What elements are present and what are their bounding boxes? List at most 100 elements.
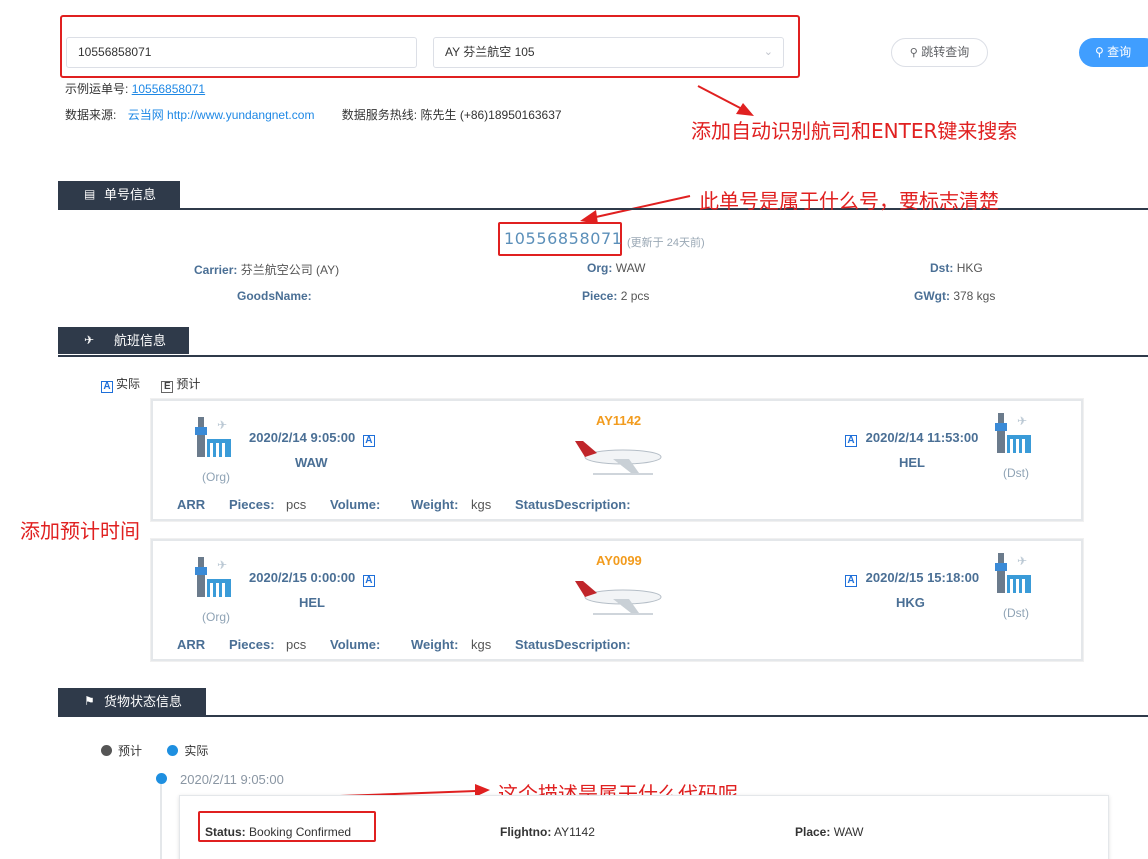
svg-text:✈: ✈	[217, 418, 227, 432]
departure-time: 2020/2/14 9:05:00 A	[249, 430, 378, 447]
estimated-badge-icon: E	[161, 381, 174, 393]
svg-text:✈: ✈	[217, 558, 227, 572]
piece-field: Piece: 2 pcs	[582, 289, 649, 303]
pieces-unit: pcs	[286, 637, 307, 652]
piece-value: 2 pcs	[620, 289, 650, 303]
place-key: Place:	[795, 825, 831, 839]
dst-value: HKG	[956, 261, 983, 275]
arrival-time-text: 2020/2/14 11:53:00	[865, 430, 979, 445]
status-field: Status: Booking Confirmed	[205, 825, 351, 839]
actual-badge-icon: A	[362, 435, 375, 447]
place-value: WAW	[833, 825, 864, 839]
carrier-field: Carrier: 芬兰航空公司 (AY)	[194, 261, 339, 278]
status-description-key: StatusDescription:	[515, 637, 631, 652]
status-section-title: 货物状态信息	[104, 694, 183, 709]
flight-section-rule	[58, 355, 1148, 357]
gwgt-value: 378 kgs	[953, 289, 996, 303]
org-value: WAW	[615, 261, 646, 275]
dst-key: Dst:	[930, 261, 954, 275]
pieces-unit: pcs	[286, 497, 307, 512]
dst-label: (Dst)	[1003, 606, 1029, 620]
flightno-field: Flightno: AY1142	[500, 825, 595, 839]
flight-legend: A 实际 E 预计	[101, 375, 200, 393]
airplane-icon: ✈	[84, 333, 95, 347]
pieces-key: Pieces:	[229, 497, 275, 512]
status-description-key: StatusDescription:	[515, 497, 631, 512]
goods-field: GoodsName:	[237, 289, 312, 303]
status-legend-estimated: 预计	[118, 744, 143, 758]
flight-section-header: ✈ 航班信息	[58, 327, 189, 354]
awb-number: 10556858071	[504, 229, 623, 248]
place-field: Place: WAW	[795, 825, 863, 839]
volume-key: Volume:	[330, 637, 381, 652]
awb-section-header: ▤ 单号信息	[58, 181, 180, 208]
flight-number: AY1142	[596, 413, 642, 428]
legend-actual: 实际	[116, 377, 141, 391]
status-key: Status:	[205, 825, 246, 839]
flag-icon: ⚑	[84, 694, 95, 708]
org-field: Org: WAW	[587, 261, 645, 275]
document-icon: ▤	[84, 187, 96, 201]
arrival-port: HEL	[899, 455, 925, 470]
actual-badge-icon: A	[845, 575, 857, 587]
airplane-icon	[575, 581, 662, 615]
piece-key: Piece:	[582, 289, 618, 303]
status-section-rule	[58, 715, 1148, 717]
status-section-header: ⚑ 货物状态信息	[58, 688, 206, 715]
gwgt-field: GWgt: 378 kgs	[914, 289, 995, 303]
svg-text:✈: ✈	[1017, 554, 1027, 568]
flightno-value: AY1142	[553, 825, 595, 839]
departure-time-text: 2020/2/15 0:00:00	[249, 570, 356, 585]
dst-label: (Dst)	[1003, 466, 1029, 480]
annotation-awb-type: 此单号是属于什么号，要标志清楚	[699, 189, 999, 213]
status-legend: 预计 实际	[101, 742, 208, 759]
departure-port: WAW	[295, 455, 328, 470]
gwgt-key: GWgt:	[914, 289, 950, 303]
airport-tower-icon: ✈	[995, 413, 1031, 453]
airport-tower-icon: ✈	[195, 417, 231, 457]
departure-time: 2020/2/15 0:00:00 A	[249, 570, 378, 587]
actual-badge-icon: A	[101, 381, 113, 393]
status-value: Booking Confirmed	[249, 825, 352, 839]
timeline-dot-icon	[156, 773, 167, 784]
awb-updated: (更新于 24天前)	[627, 237, 705, 249]
arrival-time-text: 2020/2/15 15:18:00	[865, 570, 980, 585]
airport-tower-icon: ✈	[995, 553, 1031, 593]
arrival-port: HKG	[896, 595, 925, 610]
arr-label: ARR	[177, 497, 206, 512]
svg-text:✈: ✈	[1017, 414, 1027, 428]
legend-estimated: 预计	[176, 377, 201, 391]
goods-key: GoodsName:	[237, 289, 312, 303]
weight-unit: kgs	[471, 497, 492, 512]
airplane-icon	[575, 441, 662, 475]
timeline-time: 2020/2/11 9:05:00	[180, 772, 284, 787]
airport-tower-icon: ✈	[195, 557, 231, 597]
flight-card: ✈ (Org) 2020/2/15 0:00:00 A HEL AY0099 A…	[151, 539, 1083, 661]
carrier-value: 芬兰航空公司 (AY)	[240, 263, 340, 277]
arrival-time: A 2020/2/15 15:18:00	[845, 570, 979, 587]
annotation-auto-detect: 添加自动识别航司和ENTER键来搜索	[691, 119, 1018, 143]
actual-dot-icon	[167, 745, 179, 756]
weight-key: Weight:	[411, 637, 459, 652]
flight-section-title: 航班信息	[114, 333, 167, 348]
departure-time-text: 2020/2/14 9:05:00	[249, 430, 356, 445]
status-legend-actual: 实际	[184, 744, 209, 758]
pieces-key: Pieces:	[229, 637, 275, 652]
arrival-time: A 2020/2/14 11:53:00	[845, 430, 978, 447]
annotation-add-estimate: 添加预计时间	[20, 519, 140, 543]
weight-unit: kgs	[471, 637, 492, 652]
timeline-line	[160, 782, 162, 859]
carrier-key: Carrier:	[194, 263, 238, 277]
actual-badge-icon: A	[845, 435, 857, 447]
dst-field: Dst: HKG	[930, 261, 983, 275]
flightno-key: Flightno:	[500, 825, 552, 839]
org-label: (Org)	[202, 470, 230, 484]
flight-card: ✈ (Org) 2020/2/14 9:05:00 A WAW AY1142 A…	[151, 399, 1083, 521]
arr-label: ARR	[177, 637, 206, 652]
weight-key: Weight:	[411, 497, 459, 512]
estimated-dot-icon	[101, 745, 112, 756]
volume-key: Volume:	[330, 497, 381, 512]
org-label: (Org)	[202, 610, 230, 624]
flight-number: AY0099	[596, 553, 642, 568]
departure-port: HEL	[299, 595, 325, 610]
